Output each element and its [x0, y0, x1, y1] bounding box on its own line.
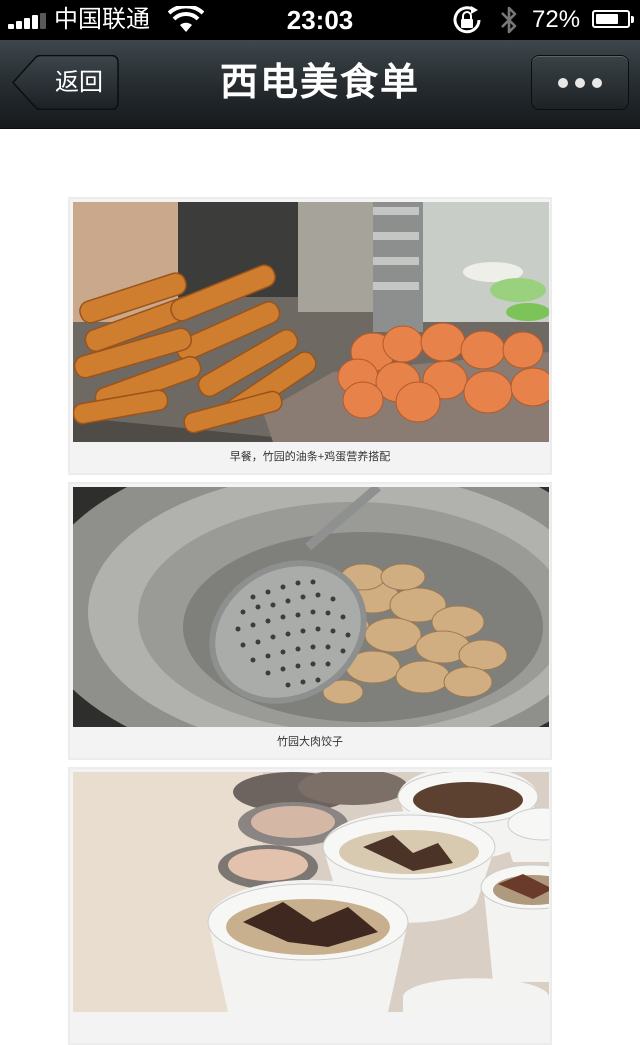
- more-dots-icon: [532, 56, 628, 109]
- food-card[interactable]: 竹园大肉饺子: [68, 482, 552, 760]
- status-bar: 中国联通 23:03 72%: [0, 0, 640, 40]
- food-caption: 早餐，竹园的油条+鸡蛋营养搭配: [229, 451, 391, 463]
- food-card[interactable]: 早餐，竹园的油条+鸡蛋营养搭配: [68, 197, 552, 475]
- page-title: 西电美食单: [219, 62, 420, 104]
- breakfast-photo[interactable]: [73, 202, 549, 442]
- bluetooth-icon: [501, 6, 517, 34]
- more-button[interactable]: [531, 55, 629, 110]
- rotation-lock-icon: [453, 6, 481, 34]
- back-button[interactable]: 返回: [12, 55, 119, 110]
- battery-percent: 72%: [532, 6, 581, 33]
- nav-bar: 返回 西电美食单: [0, 40, 640, 129]
- food-caption: 竹园大肉饺子: [277, 736, 343, 748]
- food-card[interactable]: [68, 767, 552, 1045]
- dumplings-photo[interactable]: [73, 487, 549, 727]
- battery-icon: [592, 10, 634, 28]
- noodle-bowls-photo[interactable]: [73, 772, 549, 1012]
- article-content[interactable]: 早餐，竹园的油条+鸡蛋营养搭配 竹园大肉饺子: [0, 129, 640, 1045]
- back-button-label: 返回: [55, 69, 103, 96]
